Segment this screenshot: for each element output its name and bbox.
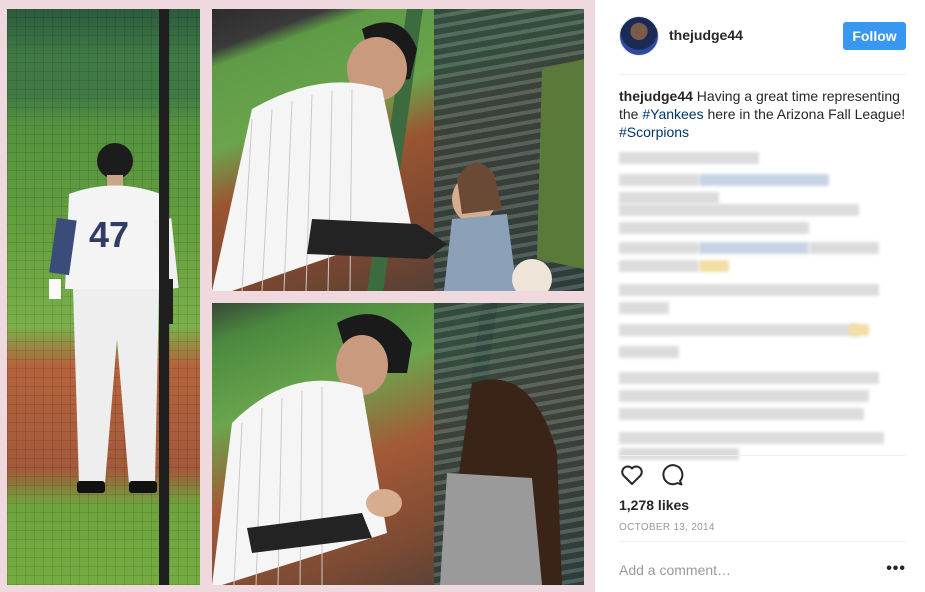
caption-text: here in the Arizona Fall League!	[707, 106, 906, 122]
actions-divider	[619, 455, 906, 456]
blurred-comment	[699, 242, 809, 254]
caption-username-link[interactable]: thejudge44	[619, 88, 693, 104]
blurred-comments-list	[619, 150, 906, 460]
blurred-comment	[619, 448, 739, 460]
net-pole	[159, 9, 169, 585]
avatar[interactable]	[619, 16, 659, 56]
blurred-comment	[619, 260, 699, 272]
likes-count[interactable]: 1,278 likes	[619, 497, 689, 513]
comment-icon[interactable]	[659, 462, 685, 488]
player-signing-figure	[212, 22, 584, 291]
photo-panel-player-47: 47	[7, 9, 200, 585]
photo-panel-signing-bottom	[212, 303, 584, 585]
add-comment-bar: •••	[619, 555, 906, 585]
post-date[interactable]: OCTOBER 13, 2014	[619, 522, 715, 533]
blurred-comment	[619, 204, 859, 216]
post-header: thejudge44 Follow	[595, 0, 925, 75]
photo-panel-signing-top	[212, 9, 584, 291]
post-sidebar: thejudge44 Follow thejudge44 Having a gr…	[595, 0, 925, 592]
header-username-link[interactable]: thejudge44	[669, 27, 743, 43]
post-actions	[619, 462, 906, 490]
blurred-comment	[619, 324, 859, 336]
blurred-comment	[619, 174, 699, 186]
blurred-comment	[699, 260, 729, 272]
heart-icon[interactable]	[619, 462, 645, 488]
blurred-comment	[619, 242, 699, 254]
post-caption: thejudge44 Having a great time represent…	[619, 87, 906, 141]
add-comment-input[interactable]	[619, 559, 869, 581]
blurred-comment	[619, 192, 719, 204]
blurred-comment	[849, 324, 869, 336]
blurred-comment	[619, 284, 879, 296]
comment-divider	[619, 541, 906, 542]
header-divider	[619, 74, 906, 75]
follow-button[interactable]: Follow	[843, 22, 906, 50]
blurred-comment	[619, 372, 879, 384]
hashtag-link-scorpions[interactable]: #Scorpions	[619, 124, 689, 140]
blurred-comment	[619, 408, 864, 420]
blurred-comment	[619, 390, 869, 402]
blurred-comment	[619, 432, 884, 444]
jersey-number: 47	[89, 214, 129, 255]
blurred-comment	[619, 152, 759, 164]
hashtag-link-yankees[interactable]: #Yankees	[642, 106, 703, 122]
blurred-comment	[619, 222, 809, 234]
player-signing-figure	[212, 314, 562, 585]
blurred-comment	[809, 242, 879, 254]
post-photo-collage[interactable]: 47	[0, 0, 595, 592]
blurred-comment	[619, 346, 679, 358]
more-options-icon[interactable]: •••	[886, 561, 906, 577]
blurred-comment	[699, 174, 829, 186]
blurred-comment	[619, 302, 669, 314]
